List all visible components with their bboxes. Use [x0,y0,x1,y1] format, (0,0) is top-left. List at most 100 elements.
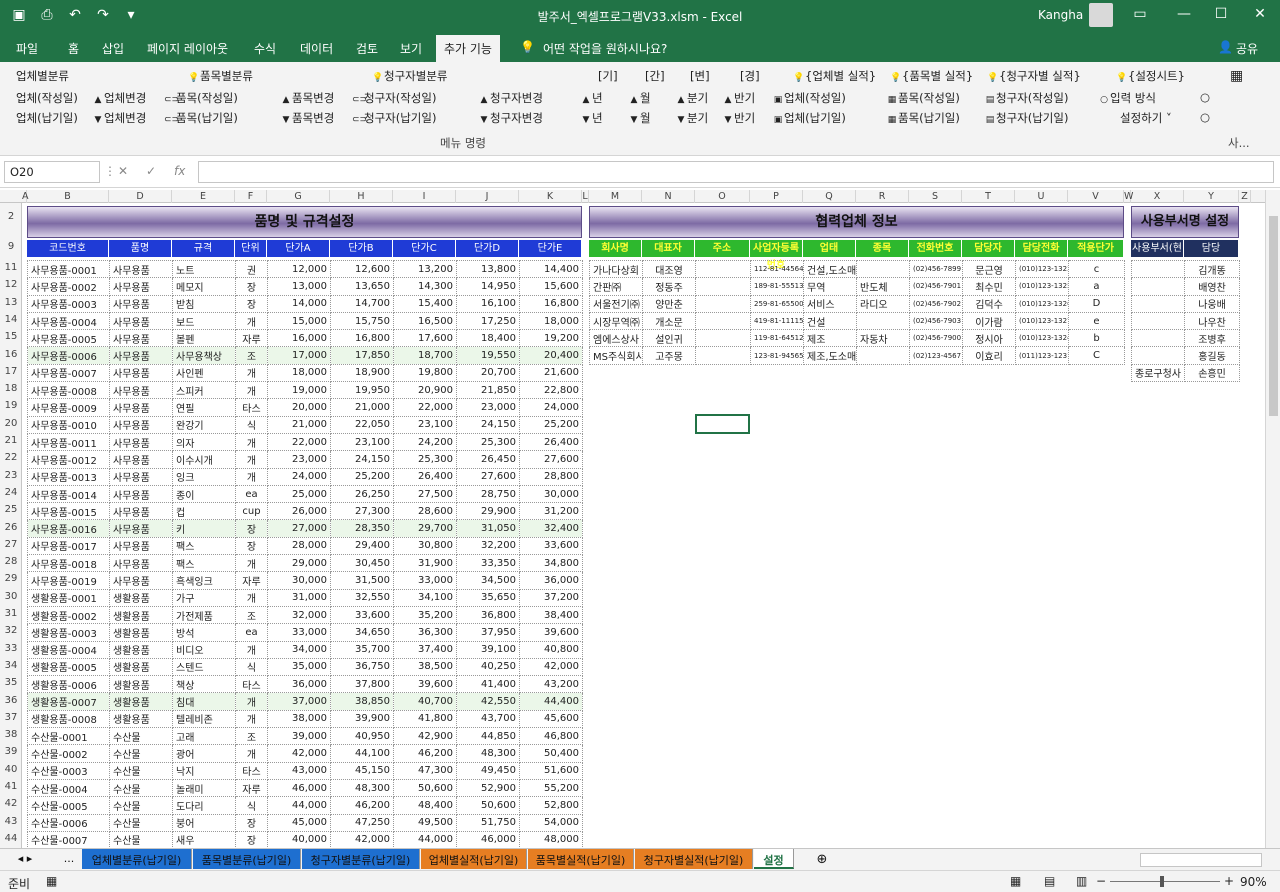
table-cell[interactable]: 46,200 [330,796,394,815]
ribbon-display-options-icon[interactable]: ▭ [1129,6,1151,26]
ribbon-command[interactable]: ▤ 청구자(납기일) [984,110,1069,126]
table-cell[interactable]: 42,000 [519,657,583,677]
table-cell[interactable]: 사무용품 [109,381,173,400]
table-cell[interactable]: 스피커 [172,381,236,400]
sheet-nav-arrows[interactable]: ◂ ▸ [10,849,40,869]
table-cell[interactable]: 정시아 [962,329,1016,348]
row-header[interactable]: 16 [0,349,22,360]
table-cell[interactable]: 설인귀 [642,329,696,348]
table-cell[interactable]: 수산물 [109,761,173,780]
table-cell[interactable]: 낙지 [172,761,236,780]
table-cell[interactable]: 43,700 [456,709,520,729]
table-cell[interactable]: 31,000 [267,588,331,607]
ribbon-command[interactable]: [경] [740,68,760,84]
row-header[interactable]: 13 [0,297,22,308]
row-header[interactable]: 20 [0,418,22,429]
table-cell[interactable]: 시장무역㈜ [589,311,643,331]
table-cell[interactable]: 41,800 [393,709,457,729]
table-cell[interactable]: 사인펜 [172,363,236,383]
table-cell[interactable]: 45,600 [519,709,583,729]
zoom-level[interactable]: 90% [1240,875,1267,889]
table-cell[interactable]: 생활용품 [109,709,173,729]
table-cell[interactable]: 서울전기㈜ [589,294,643,313]
table-cell[interactable]: (02)456-7900 [909,329,963,348]
table-cell[interactable]: 사무용품 [109,259,173,279]
table-cell[interactable]: 26,400 [519,432,583,452]
row-header[interactable]: 24 [0,487,22,498]
table-cell[interactable]: 36,300 [393,623,457,642]
table-cell[interactable]: 사무용품 [109,467,173,486]
table-cell[interactable]: 189-81-55513 [750,277,804,296]
table-cell[interactable]: 이효리 [962,346,1016,365]
table-cell[interactable]: 51,750 [456,813,520,832]
table-cell[interactable]: 25,300 [456,432,520,452]
table-cell[interactable] [695,346,751,365]
table-cell[interactable]: 22,800 [519,381,583,400]
table-cell[interactable]: 32,200 [456,536,520,556]
table-cell[interactable]: 36,800 [456,605,520,625]
add-sheet-icon[interactable]: ⊕ [812,849,832,869]
table-cell[interactable]: 대조영 [642,259,696,279]
ribbon-command[interactable]: 💡품목별분류 [188,68,253,84]
table-cell[interactable]: 양만춘 [642,294,696,313]
row-header[interactable]: 39 [0,746,22,757]
table-cell[interactable]: 46,200 [393,744,457,763]
table-cell[interactable]: 김개똥 [1184,259,1240,279]
table-cell[interactable]: 48,300 [456,744,520,763]
table-cell[interactable]: (02)456-7902 [909,294,963,313]
table-cell[interactable]: 개 [235,588,268,607]
horizontal-scrollbar[interactable] [1140,853,1262,867]
table-cell[interactable]: 43,000 [267,761,331,780]
table-cell[interactable]: 40,000 [267,830,331,848]
ribbon-command[interactable]: ○ [1200,110,1210,124]
table-cell[interactable]: 36,000 [267,675,331,694]
table-cell[interactable] [856,311,910,331]
table-cell[interactable]: 31,900 [393,554,457,573]
table-cell[interactable]: 27,300 [330,502,394,521]
table-cell[interactable]: 사무용품-0014 [27,484,110,504]
grid-icon[interactable]: ▦ [1230,68,1243,84]
table-cell[interactable]: 사무용품-0013 [27,467,110,486]
table-cell[interactable]: 17,250 [456,311,520,331]
tab-data[interactable]: 데이터 [300,40,333,57]
table-cell[interactable]: 31,050 [456,519,520,538]
table-cell[interactable]: 사무용품 [109,311,173,331]
row-header[interactable]: 33 [0,643,22,654]
table-cell[interactable]: 23,100 [393,415,457,434]
table-cell[interactable]: 38,400 [519,605,583,625]
ribbon-command[interactable]: 💡청구자별분류 [372,68,447,84]
row-header[interactable]: 22 [0,452,22,463]
table-cell[interactable]: 21,000 [330,398,394,417]
cancel-icon[interactable]: ✕ [118,164,128,178]
table-cell[interactable]: 키 [172,519,236,538]
table-cell[interactable]: 14,950 [456,277,520,296]
table-cell[interactable]: 33,000 [267,623,331,642]
table-cell[interactable]: 29,900 [456,502,520,521]
worksheet-grid[interactable]: 품명 및 규격설정 코드번호 품명 규격 단위 단가A 단가B 단가C 단가D 단가E 사무용품… [22,203,1265,848]
table-cell[interactable]: 13,200 [393,259,457,279]
table-cell[interactable] [856,259,910,279]
row-header[interactable]: 19 [0,400,22,411]
row-header[interactable]: 41 [0,781,22,792]
table-cell[interactable]: 17,000 [267,346,331,365]
table-cell[interactable]: 사무용품 [109,294,173,313]
column-header[interactable]: R [856,190,909,203]
table-cell[interactable]: 자동차 [856,329,910,348]
table-cell[interactable]: 수산물-0004 [27,778,110,798]
table-cell[interactable]: 32,000 [267,605,331,625]
table-cell[interactable]: 26,450 [456,450,520,469]
table-cell[interactable]: 사무용품-0003 [27,294,110,313]
column-header[interactable]: E [172,190,235,203]
table-cell[interactable]: 무역 [803,277,857,296]
table-cell[interactable]: 14,000 [267,294,331,313]
table-cell[interactable]: 최수민 [962,277,1016,296]
table-cell[interactable]: 건설,도소매 [803,259,857,279]
table-cell[interactable]: 생활용품-0006 [27,675,110,694]
row-header[interactable]: 34 [0,660,22,671]
ribbon-command[interactable]: 설정하기 ˅ [1120,110,1172,126]
table-cell[interactable]: 30,450 [330,554,394,573]
table-cell[interactable]: 13,000 [267,277,331,296]
table-cell[interactable]: 31,200 [519,502,583,521]
sheet-more-icon[interactable]: ... [58,849,80,869]
row-header[interactable]: 25 [0,504,22,515]
